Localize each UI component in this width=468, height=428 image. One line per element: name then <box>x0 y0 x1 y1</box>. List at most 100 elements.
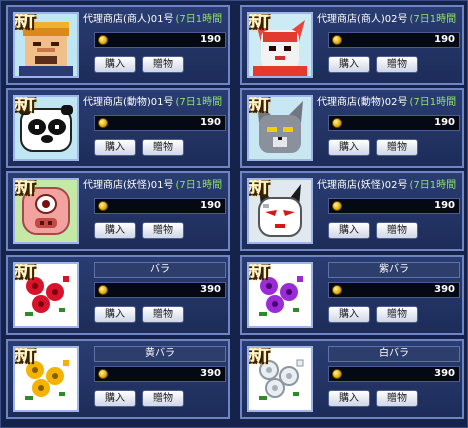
item-card[interactable]: 新 バラ 390 購入 贈物 <box>6 255 230 335</box>
price-field: 390 <box>94 282 226 298</box>
item-duration: (7日1時間 <box>409 97 457 108</box>
price-field: 390 <box>94 366 226 382</box>
coin-icon <box>332 118 342 128</box>
coin-icon <box>332 201 342 211</box>
price-field: 390 <box>328 282 460 298</box>
buy-button[interactable]: 購入 <box>328 306 370 323</box>
price-field: 190 <box>328 198 460 214</box>
price-field: 190 <box>94 198 226 214</box>
gift-button[interactable]: 贈物 <box>376 222 418 239</box>
buy-button[interactable]: 購入 <box>328 139 370 156</box>
buy-button[interactable]: 購入 <box>328 222 370 239</box>
price-field: 190 <box>94 32 226 48</box>
item-title: 代理商店(動物)01号 (7日1時間 <box>83 95 228 111</box>
coin-icon <box>332 35 342 45</box>
item-price: 190 <box>434 117 455 128</box>
gift-button[interactable]: 贈物 <box>142 306 184 323</box>
item-duration: (7日1時間 <box>409 180 457 191</box>
gift-button[interactable]: 贈物 <box>376 390 418 407</box>
coin-icon <box>98 118 108 128</box>
item-price: 190 <box>200 117 221 128</box>
item-thumbnail: 新 <box>13 262 79 328</box>
item-card[interactable]: 新 代理商店(動物)02号 (7日1時間 190 購入 贈物 <box>240 88 464 168</box>
item-thumbnail: 新 <box>247 95 313 161</box>
gift-button[interactable]: 贈物 <box>376 306 418 323</box>
price-field: 190 <box>328 115 460 131</box>
item-thumbnail: 新 <box>13 95 79 161</box>
gift-button[interactable]: 贈物 <box>376 139 418 156</box>
item-name: 代理商店(動物)02号 <box>317 97 408 108</box>
item-card[interactable]: 新 代理商店(妖怪)01号 (7日1時間 190 購入 贈物 <box>6 171 230 251</box>
buy-button[interactable]: 購入 <box>94 139 136 156</box>
new-badge: 新 <box>247 12 270 32</box>
item-price: 390 <box>200 284 221 295</box>
item-thumbnail: 新 <box>247 262 313 328</box>
item-duration: (7日1時間 <box>175 14 223 25</box>
item-name: 紫バラ <box>328 262 460 278</box>
gift-button[interactable]: 贈物 <box>142 222 184 239</box>
item-duration: (7日1時間 <box>409 14 457 25</box>
item-card[interactable]: 新 白バラ 390 購入 贈物 <box>240 339 464 419</box>
item-card[interactable]: 新 紫バラ 390 購入 贈物 <box>240 255 464 335</box>
price-field: 190 <box>328 32 460 48</box>
gift-button[interactable]: 贈物 <box>376 56 418 73</box>
item-title: 代理商店(商人)02号 (7日1時間 <box>317 12 462 28</box>
item-thumbnail: 新 <box>247 12 313 78</box>
item-card[interactable]: 新 代理商店(動物)01号 (7日1時間 190 購入 贈物 <box>6 88 230 168</box>
item-thumbnail: 新 <box>13 12 79 78</box>
item-card[interactable]: 新 代理商店(妖怪)02号 (7日1時間 190 購入 贈物 <box>240 171 464 251</box>
item-price: 190 <box>434 200 455 211</box>
item-price: 390 <box>434 284 455 295</box>
item-card[interactable]: 新 代理商店(商人)01号 (7日1時間 190 購入 贈物 <box>6 5 230 85</box>
coin-icon <box>98 369 108 379</box>
new-badge: 新 <box>13 346 36 366</box>
new-badge: 新 <box>13 178 36 198</box>
new-badge: 新 <box>247 262 270 282</box>
new-badge: 新 <box>247 178 270 198</box>
item-card[interactable]: 新 代理商店(商人)02号 (7日1時間 190 購入 贈物 <box>240 5 464 85</box>
new-badge: 新 <box>13 12 36 32</box>
item-name: 白バラ <box>328 346 460 362</box>
gift-button[interactable]: 贈物 <box>142 139 184 156</box>
new-badge: 新 <box>13 262 36 282</box>
buy-button[interactable]: 購入 <box>94 56 136 73</box>
buy-button[interactable]: 購入 <box>94 390 136 407</box>
new-badge: 新 <box>247 95 270 115</box>
item-title: 代理商店(妖怪)01号 (7日1時間 <box>83 178 228 194</box>
buy-button[interactable]: 購入 <box>328 56 370 73</box>
item-title: 代理商店(動物)02号 (7日1時間 <box>317 95 462 111</box>
item-name: 代理商店(商人)01号 <box>83 14 174 25</box>
item-price: 390 <box>200 368 221 379</box>
item-price: 190 <box>200 34 221 45</box>
coin-icon <box>332 369 342 379</box>
price-field: 190 <box>94 115 226 131</box>
item-name: 代理商店(妖怪)02号 <box>317 180 408 191</box>
gift-button[interactable]: 贈物 <box>142 56 184 73</box>
item-price: 190 <box>200 200 221 211</box>
item-thumbnail: 新 <box>13 178 79 244</box>
item-thumbnail: 新 <box>13 346 79 412</box>
coin-icon <box>332 285 342 295</box>
coin-icon <box>98 285 108 295</box>
item-price: 390 <box>434 368 455 379</box>
item-title: 代理商店(商人)01号 (7日1時間 <box>83 12 228 28</box>
buy-button[interactable]: 購入 <box>328 390 370 407</box>
coin-icon <box>98 201 108 211</box>
price-field: 390 <box>328 366 460 382</box>
item-price: 190 <box>434 34 455 45</box>
new-badge: 新 <box>247 346 270 366</box>
item-duration: (7日1時間 <box>175 180 223 191</box>
item-name: 代理商店(商人)02号 <box>317 14 408 25</box>
item-name: 黄バラ <box>94 346 226 362</box>
new-badge: 新 <box>13 95 36 115</box>
item-name: 代理商店(妖怪)01号 <box>83 180 174 191</box>
item-card[interactable]: 新 黄バラ 390 購入 贈物 <box>6 339 230 419</box>
cash-shop-item-grid: 新 代理商店(商人)01号 (7日1時間 190 購入 贈物 新 代理商店(商人… <box>0 0 468 428</box>
buy-button[interactable]: 購入 <box>94 306 136 323</box>
item-thumbnail: 新 <box>247 346 313 412</box>
item-name: 代理商店(動物)01号 <box>83 97 174 108</box>
buy-button[interactable]: 購入 <box>94 222 136 239</box>
item-thumbnail: 新 <box>247 178 313 244</box>
coin-icon <box>98 35 108 45</box>
gift-button[interactable]: 贈物 <box>142 390 184 407</box>
